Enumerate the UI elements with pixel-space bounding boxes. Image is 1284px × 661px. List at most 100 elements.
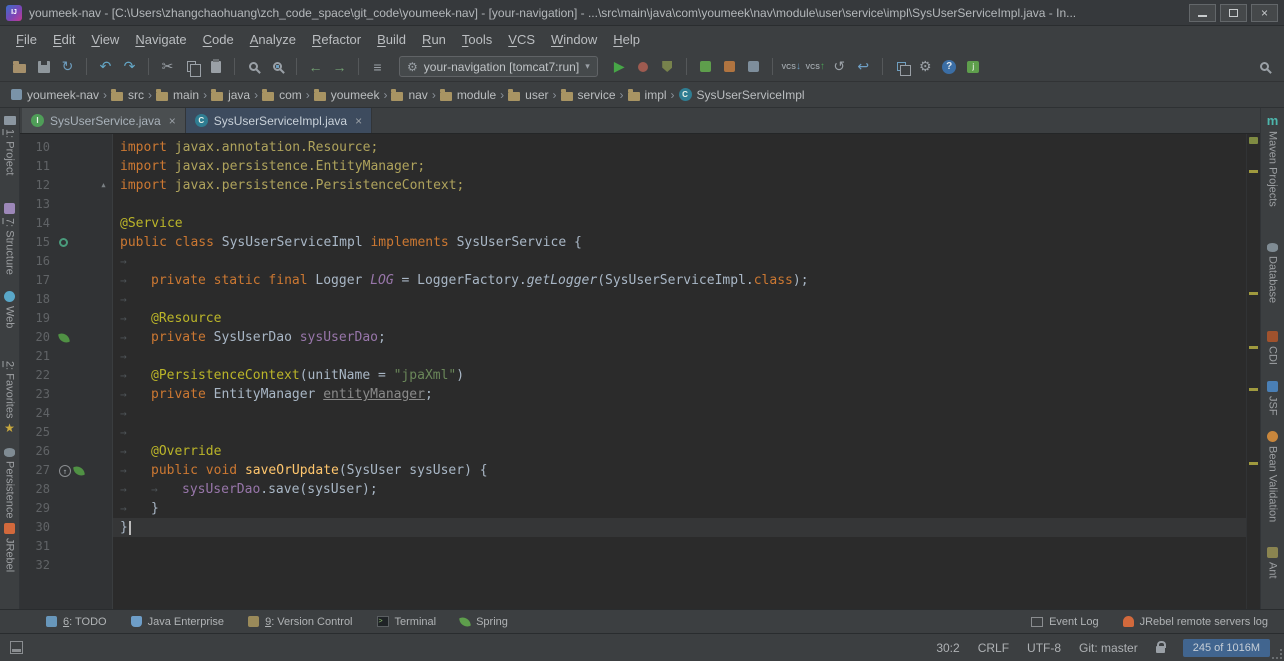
- breadcrumb-item[interactable]: src: [108, 86, 147, 104]
- fold-marker[interactable]: [94, 385, 113, 404]
- forward-icon[interactable]: →: [330, 57, 349, 76]
- find-icon[interactable]: [244, 57, 263, 76]
- fold-marker[interactable]: [94, 480, 113, 499]
- toolwindow-button-jrebel[interactable]: JRebel: [4, 523, 16, 572]
- toolwindow-button-6-todo[interactable]: 6: TODO: [46, 616, 107, 628]
- fold-marker[interactable]: [94, 442, 113, 461]
- lock-icon[interactable]: [1156, 646, 1165, 653]
- breadcrumb-item[interactable]: main: [153, 86, 202, 104]
- breadcrumb-item[interactable]: youmeek: [311, 86, 383, 104]
- sync-icon[interactable]: ↻: [58, 57, 77, 76]
- toolwindow-button-database[interactable]: Database: [1267, 243, 1279, 303]
- warning-stripe-mark[interactable]: [1249, 292, 1258, 295]
- menu-item-run[interactable]: Run: [414, 29, 454, 50]
- breadcrumb-item[interactable]: youmeek-nav: [8, 86, 102, 104]
- warning-stripe-mark[interactable]: [1249, 170, 1258, 173]
- menu-item-build[interactable]: Build: [369, 29, 414, 50]
- file-structure-icon[interactable]: ≡: [368, 57, 387, 76]
- breadcrumb-item[interactable]: user: [505, 86, 551, 104]
- encoding-indicator[interactable]: UTF-8: [1027, 641, 1061, 655]
- fold-marker[interactable]: ▲: [94, 176, 113, 195]
- maximize-button[interactable]: [1220, 4, 1247, 22]
- menu-item-refactor[interactable]: Refactor: [304, 29, 369, 50]
- menu-item-code[interactable]: Code: [195, 29, 242, 50]
- jrebel-sync-icon[interactable]: [744, 57, 763, 76]
- changes-icon[interactable]: [892, 57, 911, 76]
- warning-stripe-mark[interactable]: [1249, 388, 1258, 391]
- fold-marker[interactable]: [94, 138, 113, 157]
- fold-marker[interactable]: [94, 423, 113, 442]
- menu-item-help[interactable]: Help: [605, 29, 648, 50]
- fold-marker[interactable]: [94, 518, 113, 537]
- toolwindow-button-2-favorites[interactable]: ★2: Favorites: [4, 361, 16, 434]
- rollback-icon[interactable]: ↩: [854, 57, 873, 76]
- help-icon[interactable]: [940, 57, 959, 76]
- fold-marker[interactable]: [94, 556, 113, 575]
- back-icon[interactable]: ←: [306, 57, 325, 76]
- toolwindow-button-spring[interactable]: Spring: [460, 616, 508, 628]
- debug-icon[interactable]: [634, 57, 653, 76]
- fold-marker[interactable]: [94, 195, 113, 214]
- menu-item-analyze[interactable]: Analyze: [242, 29, 304, 50]
- line-ending-indicator[interactable]: CRLF: [978, 641, 1009, 655]
- vcs-commit-icon[interactable]: [806, 57, 825, 76]
- paste-icon[interactable]: [206, 57, 225, 76]
- save-all-icon[interactable]: [34, 57, 53, 76]
- menu-item-edit[interactable]: Edit: [45, 29, 83, 50]
- warning-stripe-mark[interactable]: [1249, 462, 1258, 465]
- menu-item-tools[interactable]: Tools: [454, 29, 500, 50]
- breadcrumb-item[interactable]: nav: [388, 86, 430, 104]
- toolwindow-button-jrebel-remote-servers-log[interactable]: JRebel remote servers log: [1123, 616, 1268, 628]
- open-folder-icon[interactable]: [10, 57, 29, 76]
- fold-marker[interactable]: [94, 290, 113, 309]
- override-icon[interactable]: [59, 465, 71, 477]
- menu-item-view[interactable]: View: [83, 29, 127, 50]
- menu-item-vcs[interactable]: VCS: [500, 29, 543, 50]
- close-button[interactable]: ×: [1251, 4, 1278, 22]
- menu-item-file[interactable]: File: [8, 29, 45, 50]
- fold-marker[interactable]: [94, 461, 113, 480]
- vcs-history-icon[interactable]: ↺: [830, 57, 849, 76]
- search-everywhere-icon[interactable]: [1255, 57, 1274, 76]
- fold-marker[interactable]: [94, 366, 113, 385]
- toolwindow-button-9-version-control[interactable]: 9: Version Control: [248, 616, 352, 628]
- coverage-icon[interactable]: [658, 57, 677, 76]
- spring-bean-icon[interactable]: [59, 238, 68, 247]
- fold-marker[interactable]: [94, 309, 113, 328]
- redo-icon[interactable]: ↷: [120, 57, 139, 76]
- copy-icon[interactable]: [182, 57, 201, 76]
- toolwindow-button-maven-projects[interactable]: mMaven Projects: [1267, 114, 1279, 207]
- breadcrumb-item[interactable]: service: [558, 86, 619, 104]
- toolwindow-button-1-project[interactable]: 1: Project: [4, 116, 16, 175]
- toolwindow-switcher-icon[interactable]: [10, 641, 23, 654]
- run-icon[interactable]: ▶: [610, 57, 629, 76]
- run-configuration-select[interactable]: ⚙your-navigation [tomcat7:run]▾: [399, 56, 598, 77]
- menu-item-navigate[interactable]: Navigate: [127, 29, 194, 50]
- warning-stripe-mark[interactable]: [1249, 346, 1258, 349]
- toolwindow-button-terminal[interactable]: Terminal: [377, 616, 437, 628]
- fold-marker[interactable]: [94, 537, 113, 556]
- fold-marker[interactable]: [94, 233, 113, 252]
- tab-sysuserserviceimpl[interactable]: C SysUserServiceImpl.java ×: [186, 108, 372, 133]
- jrebel-debug-icon[interactable]: [720, 57, 739, 76]
- replace-icon[interactable]: [268, 57, 287, 76]
- toolwindow-button-ant[interactable]: Ant: [1267, 547, 1279, 579]
- minimize-button[interactable]: [1189, 4, 1216, 22]
- breadcrumb-item[interactable]: java: [208, 86, 253, 104]
- spring-leaf-icon[interactable]: [58, 332, 70, 344]
- fold-marker[interactable]: [94, 252, 113, 271]
- toolwindow-button-bean-validation[interactable]: Bean Validation: [1267, 431, 1279, 522]
- git-branch-indicator[interactable]: Git: master: [1079, 641, 1138, 655]
- close-icon[interactable]: ×: [169, 116, 176, 126]
- code-editor[interactable]: 10import javax.annotation.Resource;11imp…: [20, 134, 1260, 609]
- toolwindow-button-web[interactable]: Web: [4, 291, 16, 328]
- settings-icon[interactable]: ⚙: [916, 57, 935, 76]
- undo-icon[interactable]: ↶: [96, 57, 115, 76]
- resize-grip[interactable]: [1272, 649, 1282, 659]
- close-icon[interactable]: ×: [355, 116, 362, 126]
- toolwindow-button-java-enterprise[interactable]: Java Enterprise: [131, 616, 224, 628]
- toolwindow-button-7-structure[interactable]: 7: Structure: [4, 203, 16, 275]
- memory-indicator[interactable]: 245 of 1016M: [1183, 639, 1270, 657]
- fold-marker[interactable]: [94, 271, 113, 290]
- toolwindow-button-cdi[interactable]: CDI: [1267, 331, 1279, 365]
